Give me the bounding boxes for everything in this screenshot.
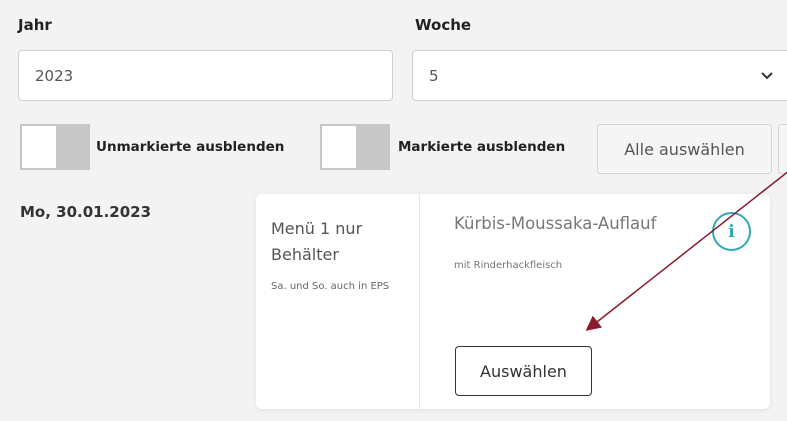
year-value: 2023 (35, 66, 74, 85)
dish-name: Kürbis-Moussaka-Auflauf (454, 214, 657, 233)
menu-note: Sa. und So. auch in EPS (271, 281, 390, 292)
info-icon[interactable]: i (712, 212, 751, 251)
year-label: Jahr (18, 16, 52, 34)
menu-card: Menü 1 nur Behälter Sa. und So. auch in … (256, 194, 770, 409)
menu-card-left: Menü 1 nur Behälter Sa. und So. auch in … (256, 194, 420, 409)
toggle-knob (22, 126, 56, 168)
choose-button[interactable]: Auswählen (455, 346, 592, 396)
week-label: Woche (415, 16, 472, 34)
week-select[interactable]: 5 (412, 50, 787, 101)
select-all-button[interactable]: Alle auswählen (597, 124, 772, 174)
toggle-hide-unmarked-label: Unmarkierte ausblenden (96, 139, 285, 155)
day-date: Mo, 30.01.2023 (20, 203, 152, 221)
toggle-knob (322, 126, 356, 168)
week-value: 5 (429, 66, 439, 85)
year-input[interactable]: 2023 (18, 50, 393, 101)
toggle-hide-unmarked[interactable] (20, 124, 90, 170)
menu-title: Menü 1 nur Behälter (271, 219, 363, 264)
dish-subtitle: mit Rinderhackfleisch (454, 260, 563, 271)
toggle-hide-marked-label: Markierte ausblenden (398, 139, 566, 155)
chevron-down-icon (761, 68, 773, 84)
toggle-hide-marked[interactable] (320, 124, 390, 170)
next-button-partial[interactable] (778, 124, 787, 174)
